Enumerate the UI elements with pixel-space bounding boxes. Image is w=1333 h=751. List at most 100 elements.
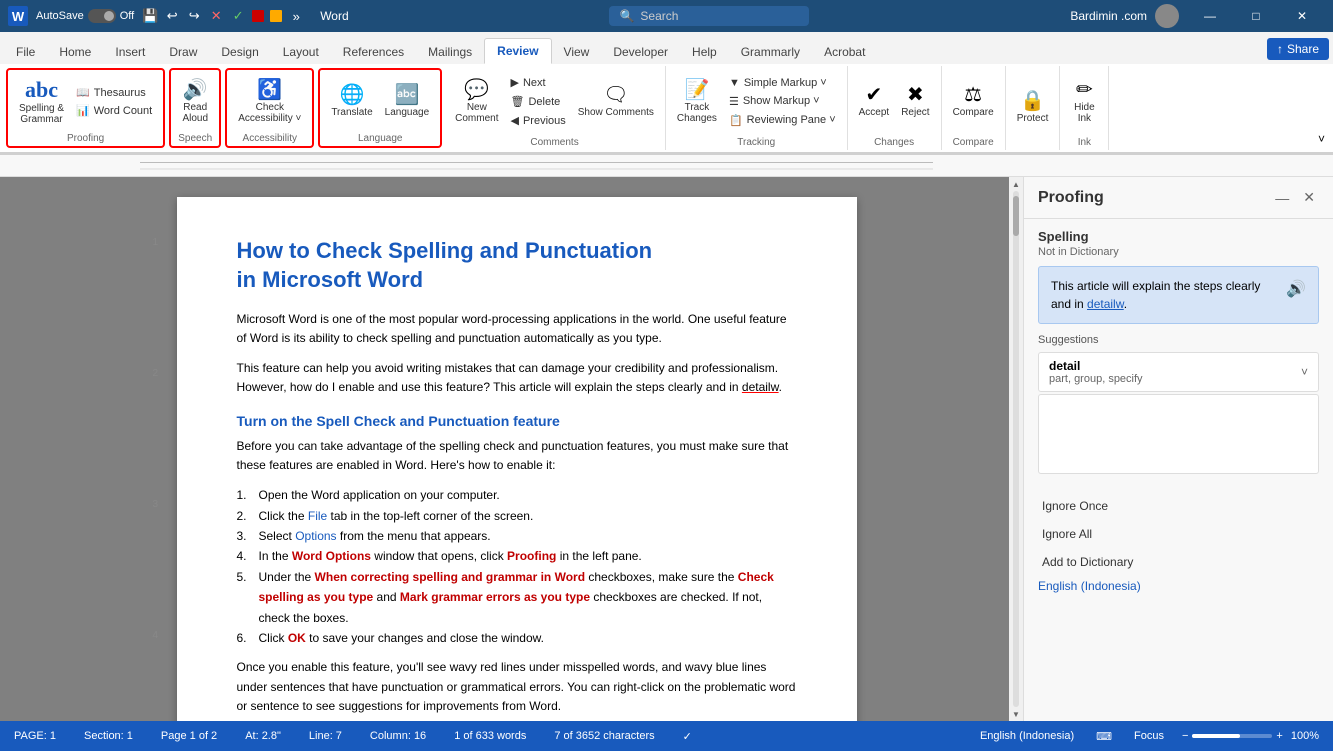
wordcount-button[interactable]: 📊 Word Count — [71, 102, 157, 119]
misspelled-link[interactable]: detailw — [1087, 297, 1124, 311]
spelling-grammar-button[interactable]: abc Spelling &Grammar — [14, 76, 69, 128]
share-button[interactable]: ↑ Share — [1267, 38, 1329, 60]
suggestion-item-1[interactable]: detail part, group, specify ˅ — [1038, 352, 1319, 392]
close-button[interactable]: ✕ — [1279, 0, 1325, 32]
reviewingpane-button[interactable]: 📋 Reviewing Pane ˅ — [724, 112, 841, 129]
keyboard-icon[interactable]: ⌨ — [1092, 728, 1116, 745]
zoom-out-icon[interactable]: − — [1182, 730, 1188, 742]
minimize-button[interactable]: — — [1187, 0, 1233, 32]
scroll-thumb[interactable] — [1013, 196, 1019, 236]
scroll-down-button[interactable]: ▼ — [1011, 709, 1021, 719]
hideink-button[interactable]: ✏ HideInk — [1066, 77, 1102, 127]
status-position[interactable]: At: 2.8" — [241, 728, 285, 744]
tab-references[interactable]: References — [331, 40, 416, 64]
panel-minimize-button[interactable]: — — [1271, 187, 1293, 208]
tracking-group-label: Tracking — [737, 135, 775, 148]
tab-insert[interactable]: Insert — [103, 40, 157, 64]
status-page-count[interactable]: Page 1 of 2 — [157, 728, 221, 744]
suggestion-word: detail — [1049, 359, 1143, 373]
checkmark-icon[interactable]: ✓ — [230, 8, 246, 24]
compare-button[interactable]: ⚖ Compare — [948, 82, 999, 121]
zoom-bar[interactable] — [1192, 734, 1272, 738]
color-square-yellow — [270, 10, 282, 22]
ribbon-expand[interactable]: ˅ — [1314, 66, 1329, 150]
tab-grammarly[interactable]: Grammarly — [729, 40, 812, 64]
tab-view[interactable]: View — [552, 40, 602, 64]
status-chars[interactable]: 7 of 3652 characters — [550, 728, 658, 744]
search-box[interactable]: 🔍 Search — [609, 6, 809, 26]
subtitle-1: Turn on the Spell Check and Punctuation … — [237, 413, 797, 429]
ignore-once-button[interactable]: Ignore Once — [1038, 494, 1319, 518]
share-icon: ↑ — [1277, 42, 1283, 56]
save-icon[interactable]: 💾 — [142, 8, 158, 24]
tab-file[interactable]: File — [4, 40, 47, 64]
reject-button[interactable]: ✖ Reject — [896, 82, 934, 121]
readaloud-button[interactable]: 🔊 ReadAloud — [177, 77, 213, 127]
previous-label: Previous — [523, 115, 566, 127]
language-link[interactable]: English (Indonesia) — [1024, 574, 1333, 598]
translate-button[interactable]: 🌐 Translate — [326, 82, 377, 121]
zoom-percent[interactable]: 100% — [1287, 728, 1323, 744]
status-spell-check-icon[interactable]: ✓ — [679, 728, 696, 745]
autosave-state: Off — [120, 10, 134, 22]
speech-group-label: Speech — [178, 131, 212, 144]
delete-button[interactable]: 🗑 Delete — [506, 93, 571, 110]
showcomments-button[interactable]: 🗨 Show Comments — [573, 82, 659, 121]
proofing-small-group: 📖 Thesaurus 📊 Word Count — [71, 84, 157, 119]
zoom-in-icon[interactable]: + — [1276, 730, 1282, 742]
avatar — [1155, 4, 1179, 28]
tab-design[interactable]: Design — [209, 40, 270, 64]
spelling-label: Spelling &Grammar — [19, 103, 64, 125]
autosave-toggle[interactable] — [88, 9, 116, 23]
status-line[interactable]: Line: 7 — [305, 728, 346, 744]
close-doc-icon[interactable]: ✕ — [208, 8, 224, 24]
delete-label: Delete — [528, 96, 560, 108]
sound-button[interactable]: 🔊 — [1286, 279, 1306, 299]
scroll-track[interactable] — [1013, 191, 1019, 707]
redo-icon[interactable]: ↪ — [186, 8, 202, 24]
vertical-scrollbar[interactable]: ▲ ▼ — [1009, 177, 1023, 721]
panel-actions: Ignore Once Ignore All Add to Dictionary — [1024, 494, 1333, 574]
suggestion-expand-icon[interactable]: ˅ — [1301, 365, 1308, 379]
trackchanges-button[interactable]: 📝 TrackChanges — [672, 77, 722, 127]
zoom-fill — [1192, 734, 1240, 738]
changes-group: ✔ Accept ✖ Reject Changes — [848, 66, 942, 150]
quick-access-toolbar: 💾 ↩ ↪ ✕ ✓ » — [142, 8, 304, 24]
panel-close-button[interactable]: ✕ — [1299, 187, 1319, 208]
tab-acrobat[interactable]: Acrobat — [812, 40, 877, 64]
status-words[interactable]: 1 of 633 words — [450, 728, 530, 744]
focus-button[interactable]: Focus — [1130, 728, 1168, 744]
maximize-button[interactable]: □ — [1233, 0, 1279, 32]
tab-developer[interactable]: Developer — [601, 40, 680, 64]
protect-button[interactable]: 🔒 Protect — [1012, 88, 1054, 127]
next-button[interactable]: ▶ Next — [506, 74, 571, 91]
tab-layout[interactable]: Layout — [271, 40, 331, 64]
thesaurus-button[interactable]: 📖 Thesaurus — [71, 84, 157, 101]
newcomment-button[interactable]: 💬 NewComment — [450, 77, 503, 127]
undo-icon[interactable]: ↩ — [164, 8, 180, 24]
list-item-1: 1.Open the Word application on your comp… — [237, 485, 797, 505]
status-language[interactable]: English (Indonesia) — [976, 728, 1078, 744]
previous-button[interactable]: ◀ Previous — [506, 112, 571, 129]
add-to-dictionary-button[interactable]: Add to Dictionary — [1038, 550, 1319, 574]
accept-button[interactable]: ✔ Accept — [854, 82, 895, 121]
ink-group: ✏ HideInk Ink — [1060, 66, 1109, 150]
tab-home[interactable]: Home — [47, 40, 103, 64]
ignore-all-button[interactable]: Ignore All — [1038, 522, 1319, 546]
language-button[interactable]: 🔤 Language — [380, 82, 435, 121]
scroll-up-button[interactable]: ▲ — [1011, 179, 1021, 189]
status-section[interactable]: Section: 1 — [80, 728, 137, 744]
showmarkup-button[interactable]: ☰ Show Markup ˅ — [724, 93, 841, 110]
simplemarkup-button[interactable]: ▼ Simple Markup ˅ — [724, 75, 841, 91]
readaloud-icon: 🔊 — [183, 80, 208, 100]
add-command-icon[interactable]: » — [288, 8, 304, 24]
tab-draw[interactable]: Draw — [157, 40, 209, 64]
tab-mailings[interactable]: Mailings — [416, 40, 484, 64]
tab-review[interactable]: Review — [484, 38, 551, 64]
tab-help[interactable]: Help — [680, 40, 729, 64]
status-page[interactable]: PAGE: 1 — [10, 728, 60, 744]
status-column[interactable]: Column: 16 — [366, 728, 430, 744]
document-page[interactable]: How to Check Spelling and Punctuationin … — [177, 197, 857, 721]
checkaccessibility-button[interactable]: ♿ CheckAccessibility ˅ — [233, 77, 306, 127]
simplemarkup-label: Simple Markup ˅ — [744, 77, 827, 89]
